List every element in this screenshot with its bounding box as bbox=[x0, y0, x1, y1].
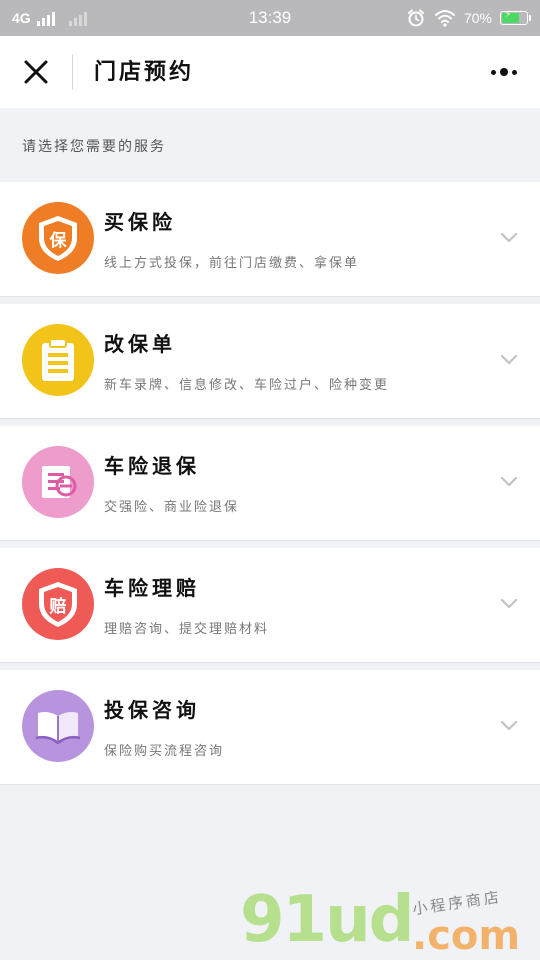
watermark-main-text: 91ud bbox=[240, 883, 414, 957]
chevron-down-icon[interactable] bbox=[500, 354, 518, 366]
svg-text:保: 保 bbox=[49, 230, 68, 251]
service-description: 保险购买流程咨询 bbox=[104, 743, 225, 758]
battery-icon bbox=[500, 9, 531, 25]
nav-divider bbox=[72, 54, 73, 90]
service-description: 线上方式投保，前往门店缴费、拿保单 bbox=[104, 255, 360, 270]
service-item-claims[interactable]: 赔 车险理赔 理赔咨询、提交理赔材料 bbox=[0, 548, 540, 663]
chevron-down-icon[interactable] bbox=[500, 232, 518, 244]
service-item-cancel-policy[interactable]: 车险退保 交强险、商业险退保 bbox=[0, 426, 540, 541]
more-icon[interactable] bbox=[486, 62, 522, 82]
section-header: 请选择您需要的服务 bbox=[22, 138, 166, 154]
alarm-icon bbox=[407, 9, 424, 27]
watermark-logo: 91ud 小程序商店 .com bbox=[236, 880, 536, 960]
service-title: 车险理赔 bbox=[104, 578, 200, 600]
page-title: 门店预约 bbox=[94, 59, 195, 84]
watermark-domain-text: .com bbox=[412, 913, 521, 959]
chevron-down-icon[interactable] bbox=[500, 598, 518, 610]
nav-bar: 门店预约 bbox=[0, 36, 540, 108]
service-item-buy-insurance[interactable]: 保 买保险 线上方式投保，前往门店缴费、拿保单 bbox=[0, 182, 540, 297]
system-indicators: 70% bbox=[406, 0, 531, 36]
service-title: 买保险 bbox=[104, 212, 176, 234]
battery-percent: 70% bbox=[463, 10, 492, 26]
shield-pei-icon: 赔 bbox=[22, 568, 94, 640]
service-description: 新车录牌、信息修改、车险过户、险种变更 bbox=[104, 377, 390, 392]
service-description: 交强险、商业险退保 bbox=[104, 499, 240, 514]
refund-document-icon bbox=[22, 446, 94, 518]
svg-text:赔: 赔 bbox=[50, 596, 67, 617]
battery-fill bbox=[502, 9, 519, 23]
service-item-consultation[interactable]: 投保咨询 保险购买流程咨询 bbox=[0, 670, 540, 785]
service-item-modify-policy[interactable]: 改保单 新车录牌、信息修改、车险过户、险种变更 bbox=[0, 304, 540, 419]
service-title: 车险退保 bbox=[104, 456, 200, 478]
close-icon[interactable] bbox=[20, 56, 52, 88]
service-title: 改保单 bbox=[104, 334, 176, 356]
service-list: 保 买保险 线上方式投保，前往门店缴费、拿保单 改保单 新车录牌、信息修改、车险… bbox=[0, 182, 540, 792]
clipboard-icon bbox=[22, 324, 94, 396]
chevron-down-icon[interactable] bbox=[500, 720, 518, 732]
chevron-down-icon[interactable] bbox=[500, 476, 518, 488]
service-description: 理赔咨询、提交理赔材料 bbox=[104, 621, 270, 636]
open-book-icon bbox=[22, 690, 94, 762]
shield-bao-icon: 保 bbox=[22, 202, 94, 274]
service-title: 投保咨询 bbox=[104, 700, 200, 722]
wifi-icon bbox=[434, 10, 455, 27]
status-bar: 4G 13:39 70% bbox=[0, 0, 540, 36]
